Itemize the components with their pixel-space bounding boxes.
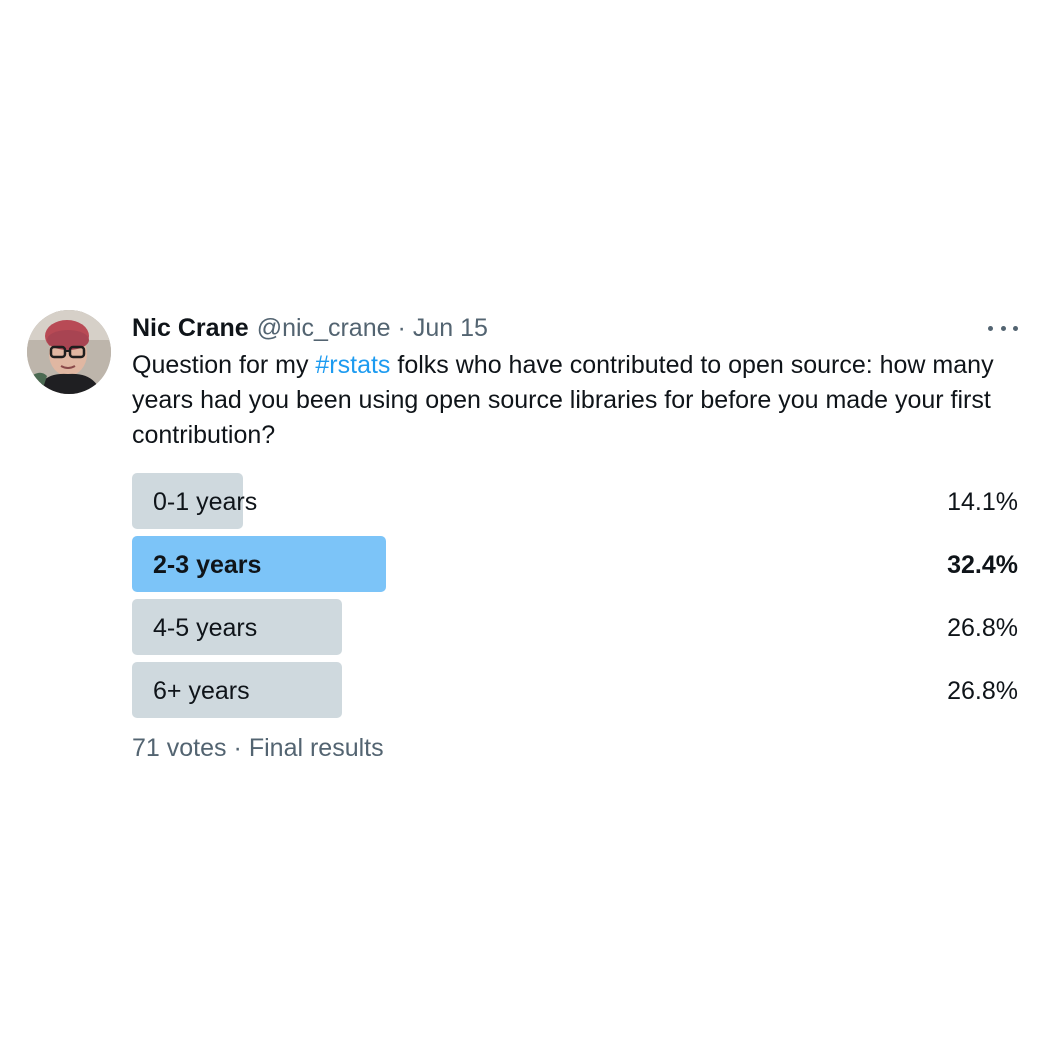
author-name[interactable]: Nic Crane — [132, 314, 249, 343]
hashtag-link[interactable]: #rstats — [315, 351, 390, 379]
poll-option: 2-3 years 32.4% — [132, 536, 1018, 592]
poll-option: 6+ years 26.8% — [132, 662, 1018, 718]
poll-footer-separator: · — [233, 734, 242, 762]
tweet-header: Nic Crane @nic_crane · Jun 15 — [132, 310, 1018, 346]
poll-option-label: 6+ years — [153, 677, 250, 705]
poll-option-percent: 26.8% — [947, 614, 1018, 642]
more-dot — [1000, 325, 1006, 331]
poll-option: 4-5 years 26.8% — [132, 599, 1018, 655]
poll: 0-1 years 14.1% 2-3 years 32.4% 4-5 year… — [132, 473, 1018, 718]
poll-option-percent: 14.1% — [947, 488, 1018, 516]
more-horizontal-icon[interactable] — [988, 316, 1018, 340]
author-handle[interactable]: @nic_crane — [257, 314, 391, 343]
poll-status: Final results — [248, 734, 384, 762]
tweet-text: Question for my #rstats folks who have c… — [132, 348, 1002, 453]
poll-option-percent: 32.4% — [947, 551, 1018, 579]
poll-option-label: 4-5 years — [153, 614, 258, 642]
avatar-image — [27, 310, 111, 394]
poll-option-label: 2-3 years — [153, 551, 262, 579]
tweet-text-before: Question for my — [132, 351, 316, 379]
header-separator: · — [397, 313, 406, 342]
poll-option-label: 0-1 years — [153, 488, 258, 516]
poll-votes: 71 votes — [132, 734, 227, 762]
more-dot — [988, 325, 993, 331]
poll-option-percent: 26.8% — [947, 677, 1018, 705]
tweet-date[interactable]: Jun 15 — [413, 314, 488, 343]
poll-option: 0-1 years 14.1% — [132, 473, 1018, 529]
poll-footer: 71 votes · Final results — [132, 734, 1018, 763]
more-dot — [1013, 325, 1018, 331]
tweet-content: Nic Crane @nic_crane · Jun 15 Question f… — [132, 310, 1018, 763]
avatar[interactable] — [27, 310, 111, 394]
